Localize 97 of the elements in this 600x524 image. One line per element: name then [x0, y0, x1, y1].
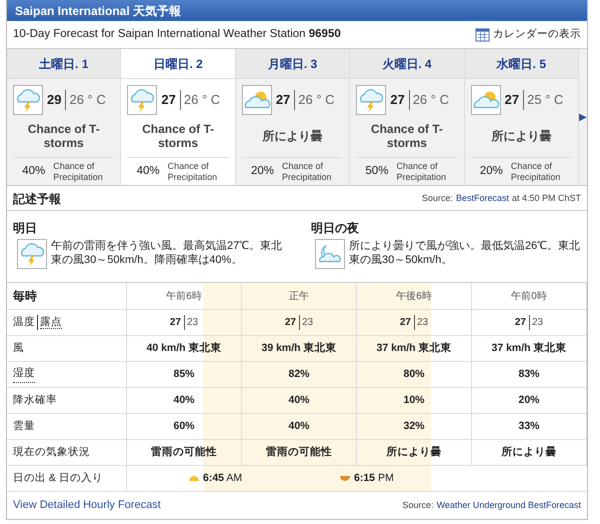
table-cell-text: 雷雨の可能性 — [151, 444, 217, 460]
precip-percent: 20% — [251, 164, 274, 180]
condition-text: Chance of T-storms — [370, 122, 443, 150]
day-label: 水曜日. 5 — [496, 56, 546, 72]
high-temp: 27 — [504, 91, 520, 110]
low-temp: 25 ° C — [523, 90, 564, 110]
temp-value: 27 — [170, 316, 181, 330]
sunset-time: 6:15 PM — [354, 470, 394, 486]
day-label: 土曜日. 1 — [39, 56, 88, 72]
precip-percent: 20% — [480, 164, 503, 180]
condition-text: 所により曇 — [262, 129, 324, 143]
low-temp: 26 ° C — [294, 90, 335, 110]
temp-value: 27 — [400, 316, 411, 330]
header-title: Saipan International 天気予報 — [15, 2, 182, 20]
dewpoint-value: 23 — [529, 315, 544, 330]
storm-cloud-icon — [13, 85, 43, 115]
high-temp: 27 — [161, 91, 176, 110]
source-label: Source: — [402, 498, 434, 512]
row-label: 風 — [13, 340, 24, 356]
table-cell-text: 32% — [403, 418, 424, 434]
time-header: 午前6時 — [166, 290, 202, 304]
sunrise-time: 6:45 AM — [203, 470, 242, 486]
moon-cloud-icon — [315, 239, 345, 269]
table-cell-text: 40% — [288, 392, 310, 408]
forecast-text: 所により曇りで風が強い。最低気温26℃。東北東の風30～50km/h。 — [349, 239, 582, 268]
period-title: 明日の夜 — [311, 220, 360, 237]
low-temp: 26 ° C — [65, 90, 106, 110]
low-temp: 26 ° C — [180, 90, 220, 110]
source-time: at 4:50 PM ChST — [512, 192, 581, 205]
precip-label: Chance of Precipitation — [168, 161, 218, 183]
storm-cloud-icon — [17, 239, 47, 269]
table-cell-text: 所により曇 — [502, 444, 556, 460]
storm-cloud-icon — [127, 85, 158, 115]
hourly-title: 毎時 — [13, 288, 37, 305]
row-label: 湿度 — [13, 366, 35, 383]
condition-text: Chance of T-storms — [142, 122, 214, 150]
source-link[interactable]: Weather Underground BestForecast — [436, 498, 581, 512]
time-header: 午後6時 — [396, 290, 432, 304]
precip-percent: 40% — [22, 164, 46, 180]
table-cell-text: 所により曇 — [386, 444, 442, 460]
table-cell-text: 10% — [403, 392, 424, 408]
temp-value: 27 — [514, 316, 526, 330]
condition-text: 所により曇 — [490, 129, 552, 143]
row-label: 現在の気象状況 — [13, 444, 90, 460]
precip-label: Chance of Precipitation — [282, 161, 333, 183]
source-label: Source: — [422, 192, 453, 205]
calendar-link[interactable]: カレンダーの表示 — [475, 26, 581, 42]
low-temp: 26 ° C — [408, 90, 449, 110]
table-cell-text: 37 km/h 東北東 — [376, 340, 452, 356]
sunrise-icon — [189, 476, 199, 481]
storm-cloud-icon — [356, 85, 386, 115]
precip-percent: 50% — [365, 164, 388, 180]
table-cell-text: 82% — [288, 366, 310, 382]
precip-percent: 40% — [136, 164, 160, 180]
high-temp: 27 — [390, 91, 405, 110]
condition-text: Chance of T-storms — [28, 122, 100, 150]
forecast-text: 午前の雷雨を伴う強い風。最高気温27℃。東北東の風30～50km/h。降雨確率は40%。 — [51, 239, 284, 268]
table-cell-text: 39 km/h 東北東 — [261, 340, 337, 356]
sunset-icon — [340, 476, 350, 481]
station-title: 10-Day Forecast for Saipan International Weather Station 96950 — [13, 26, 341, 42]
row-label: 日の出 & 日の入り — [13, 470, 103, 486]
dewpoint-value: 23 — [299, 315, 314, 330]
period-title: 明日 — [13, 220, 38, 237]
day-label: 火曜日. 4 — [382, 56, 432, 72]
table-cell-text: 80% — [403, 366, 424, 382]
table-cell-text: 40% — [173, 392, 194, 408]
table-cell-text: 40 km/h 東北東 — [146, 340, 222, 356]
high-temp: 27 — [276, 91, 290, 110]
hourly-forecast-link[interactable]: View Detailed Hourly Forecast — [13, 497, 161, 514]
table-cell-text: 85% — [173, 366, 194, 382]
precip-label: Chance of Precipitation — [510, 161, 562, 183]
precip-label: Chance of Precipitation — [53, 161, 104, 183]
day-label: 日曜日. 2 — [153, 56, 203, 72]
table-cell-text: 20% — [518, 392, 540, 408]
table-cell-text: 雷雨の可能性 — [266, 444, 332, 460]
row-label: 降水確率 — [13, 392, 57, 408]
row-label: 温度 — [13, 314, 35, 330]
table-cell-text: 83% — [518, 366, 540, 382]
dewpoint-value: 23 — [414, 315, 428, 330]
time-header: 正午 — [289, 290, 309, 304]
row-label: 雲量 — [13, 418, 35, 434]
sun-cloud-icon — [470, 85, 501, 115]
time-header: 午前0時 — [511, 290, 547, 304]
dewpoint-value: 23 — [184, 315, 198, 330]
sun-cloud-icon — [242, 85, 272, 115]
section-title: 記述予報 — [13, 190, 61, 208]
table-cell-text: 37 km/h 東北東 — [491, 340, 567, 356]
source-link[interactable]: BestForecast — [456, 192, 509, 206]
table-cell-text: 60% — [173, 418, 194, 434]
table-cell-text: 33% — [518, 418, 540, 434]
calendar-icon — [475, 27, 490, 42]
high-temp: 29 — [47, 91, 62, 110]
row-label: 露点 — [37, 314, 62, 330]
table-cell-text: 40% — [288, 418, 310, 434]
temp-value: 27 — [284, 316, 296, 330]
day-label: 月曜日. 3 — [268, 56, 318, 72]
precip-label: Chance of Precipitation — [396, 161, 447, 183]
